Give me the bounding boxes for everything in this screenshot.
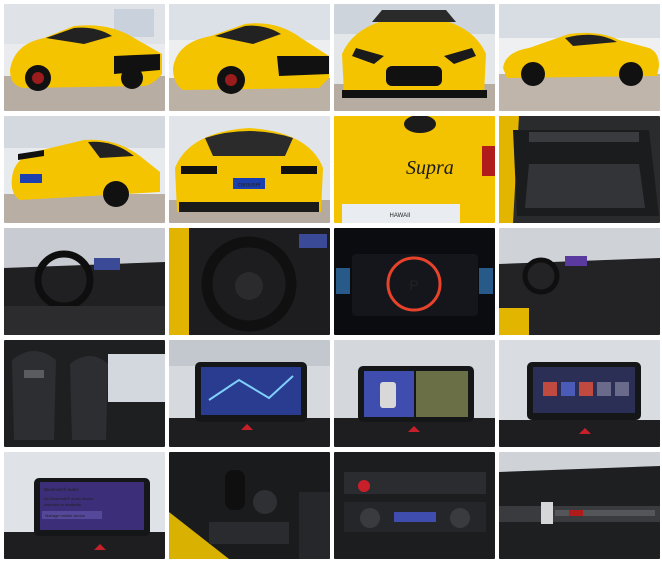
car-photo [169,228,330,335]
photo-thumbnail-front-three-quarter-close[interactable] [169,4,330,111]
car-photo [334,4,495,111]
car-photo: P [334,228,495,335]
photo-thumbnail-supra-badge[interactable]: Supra HAWAII [334,116,495,223]
car-photo [334,452,495,559]
photo-thumbnail-bluetooth-screen[interactable]: Bluetooth® audio No Bluetooth® audio dev… [4,452,165,559]
photo-thumbnail-steering-wheel[interactable] [169,228,330,335]
car-photo [4,4,165,111]
photo-thumbnail-camera-screen[interactable] [334,340,495,447]
car-photo [499,452,660,559]
car-photo [4,340,165,447]
photo-thumbnail-dash-trim[interactable] [499,452,660,559]
photo-thumbnail-front-three-quarter[interactable] [4,4,165,111]
notification-line-1: No Bluetooth® audio device [44,496,94,501]
photo-thumbnail-sport-seats[interactable] [4,340,165,447]
photo-thumbnail-navigation-screen[interactable] [169,340,330,447]
car-photo [499,116,660,223]
supra-script: Supra [406,157,454,179]
photo-thumbnail-gear-selector[interactable] [169,452,330,559]
car-photo [4,116,165,223]
notification-button-label: Manage mobile device [45,513,86,518]
photo-thumbnail-instrument-cluster[interactable]: P [334,228,495,335]
photo-gallery: carousel Supra HAWAII P Bluetooth® audio… [4,4,660,560]
car-photo [4,228,165,335]
photo-thumbnail-rear[interactable]: carousel [169,116,330,223]
photo-thumbnail-menu-screen[interactable] [499,340,660,447]
photo-thumbnail-interior-side[interactable] [499,228,660,335]
car-photo [169,4,330,111]
notification-title: Bluetooth® audio [44,486,79,492]
gear-indicator: P [409,277,418,293]
car-photo [334,340,495,447]
photo-thumbnail-rear-three-quarter[interactable] [4,116,165,223]
photo-thumbnail-dashboard[interactable] [4,228,165,335]
car-photo [169,452,330,559]
notification-line-2: detected or available [44,502,82,507]
photo-thumbnail-side-profile[interactable] [499,4,660,111]
photo-thumbnail-cargo-area[interactable] [499,116,660,223]
car-photo [499,4,660,111]
car-photo [169,340,330,447]
photo-thumbnail-climate-controls[interactable] [334,452,495,559]
license-plate-text: HAWAII [390,213,411,219]
car-photo [499,340,660,447]
car-photo: carousel [169,116,330,223]
car-photo: Bluetooth® audio No Bluetooth® audio dev… [4,452,165,559]
car-photo [499,228,660,335]
car-photo: Supra HAWAII [334,116,495,223]
photo-thumbnail-front[interactable] [334,4,495,111]
plate-text: carousel [238,183,261,189]
